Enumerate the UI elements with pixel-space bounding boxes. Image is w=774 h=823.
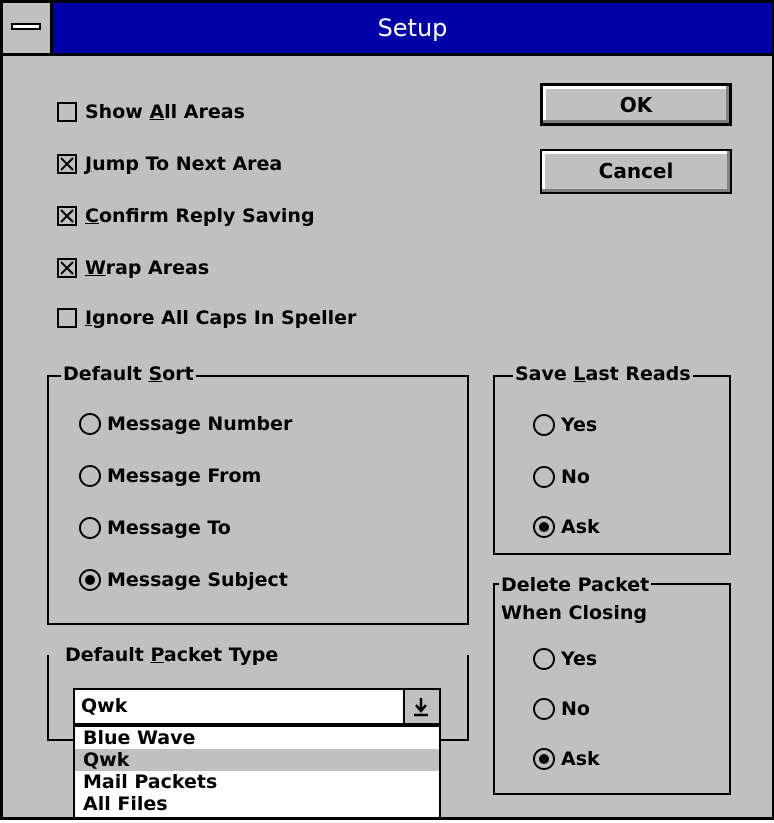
- radio-label: Message To: [107, 517, 231, 539]
- radio-button[interactable]: [79, 569, 101, 591]
- checkbox-box[interactable]: [57, 206, 77, 226]
- ok-button-label: OK: [619, 93, 653, 117]
- list-item[interactable]: Blue Wave: [75, 727, 439, 749]
- save-last-reads-group: [493, 375, 731, 555]
- radio-button[interactable]: [533, 516, 555, 538]
- accelerator-key: L: [573, 363, 586, 385]
- radio-button[interactable]: [79, 517, 101, 539]
- group-title-text: Default: [63, 363, 149, 385]
- group-title-text: Delete Packet: [501, 574, 650, 596]
- checkbox-box[interactable]: [57, 258, 77, 278]
- delete-packet-title: Delete Packet When Closing: [499, 571, 652, 627]
- list-item[interactable]: Mail Packets: [75, 771, 439, 793]
- group-title-text: Save: [515, 363, 574, 385]
- accelerator-key: S: [148, 363, 163, 385]
- check-x-icon: [60, 157, 74, 171]
- checkbox-box[interactable]: [57, 102, 77, 122]
- system-menu-icon: [11, 23, 41, 30]
- system-menu-button[interactable]: [3, 3, 53, 53]
- default-sort-title: Default Sort: [61, 363, 196, 385]
- radio-label: No: [561, 698, 590, 720]
- radio-button[interactable]: [533, 648, 555, 670]
- checkbox-label: ll Areas: [164, 101, 245, 123]
- setup-dialog: Setup Show All Areas Jump To Next Area C…: [0, 0, 774, 820]
- ok-button[interactable]: OK: [540, 83, 732, 126]
- packet-type-value: Qwk: [81, 695, 128, 717]
- checkbox-label: onfirm Reply Saving: [98, 205, 315, 227]
- radio-selected-dot: [539, 754, 549, 764]
- packet-type-dropdown-list[interactable]: Blue Wave Qwk Mail Packets All Files: [73, 725, 441, 817]
- checkbox-box[interactable]: [57, 154, 77, 174]
- down-arrow-bar-icon: [414, 698, 428, 717]
- radio-button[interactable]: [533, 748, 555, 770]
- accelerator-key: W: [85, 257, 106, 279]
- radio-label: Ask: [561, 748, 600, 770]
- dropdown-button[interactable]: [403, 690, 439, 723]
- check-x-icon: [60, 261, 74, 275]
- accelerator-key: P: [150, 644, 164, 666]
- radio-button[interactable]: [533, 414, 555, 436]
- checkbox-box[interactable]: [57, 308, 77, 328]
- packet-type-combobox[interactable]: Qwk: [73, 688, 441, 725]
- list-item[interactable]: Qwk: [75, 749, 439, 771]
- checkbox-label: ump To Next Area: [92, 153, 283, 175]
- default-packet-type-title: Default Packet Type: [63, 644, 281, 666]
- radio-button[interactable]: [79, 465, 101, 487]
- radio-button[interactable]: [533, 466, 555, 488]
- radio-button[interactable]: [79, 413, 101, 435]
- group-title-text: acket Type: [163, 644, 279, 666]
- radio-selected-dot: [539, 522, 549, 532]
- title-bar: Setup: [3, 3, 772, 56]
- group-title-text: When Closing: [501, 602, 647, 624]
- radio-label: Message From: [107, 465, 262, 487]
- checkbox-label: gnore All Caps In Speller: [92, 307, 357, 329]
- radio-label: Message Subject: [107, 569, 288, 591]
- group-title-text: ort: [162, 363, 194, 385]
- radio-label: Yes: [561, 414, 598, 436]
- radio-button[interactable]: [533, 698, 555, 720]
- check-x-icon: [60, 209, 74, 223]
- radio-label: Ask: [561, 516, 600, 538]
- accelerator-key: C: [85, 205, 99, 227]
- window-title: Setup: [377, 14, 448, 42]
- checkbox-label: Show: [85, 101, 150, 123]
- radio-label: Message Number: [107, 413, 293, 435]
- radio-label: No: [561, 466, 590, 488]
- cancel-button[interactable]: Cancel: [540, 149, 732, 194]
- save-last-reads-title: Save Last Reads: [513, 363, 693, 385]
- group-title-text: Default: [65, 644, 151, 666]
- list-item[interactable]: All Files: [75, 793, 439, 815]
- radio-selected-dot: [85, 575, 95, 585]
- accelerator-key: A: [149, 101, 165, 123]
- checkbox-label: rap Areas: [105, 257, 210, 279]
- radio-label: Yes: [561, 648, 598, 670]
- cancel-button-label: Cancel: [598, 159, 674, 183]
- group-title-text: ast Reads: [585, 363, 691, 385]
